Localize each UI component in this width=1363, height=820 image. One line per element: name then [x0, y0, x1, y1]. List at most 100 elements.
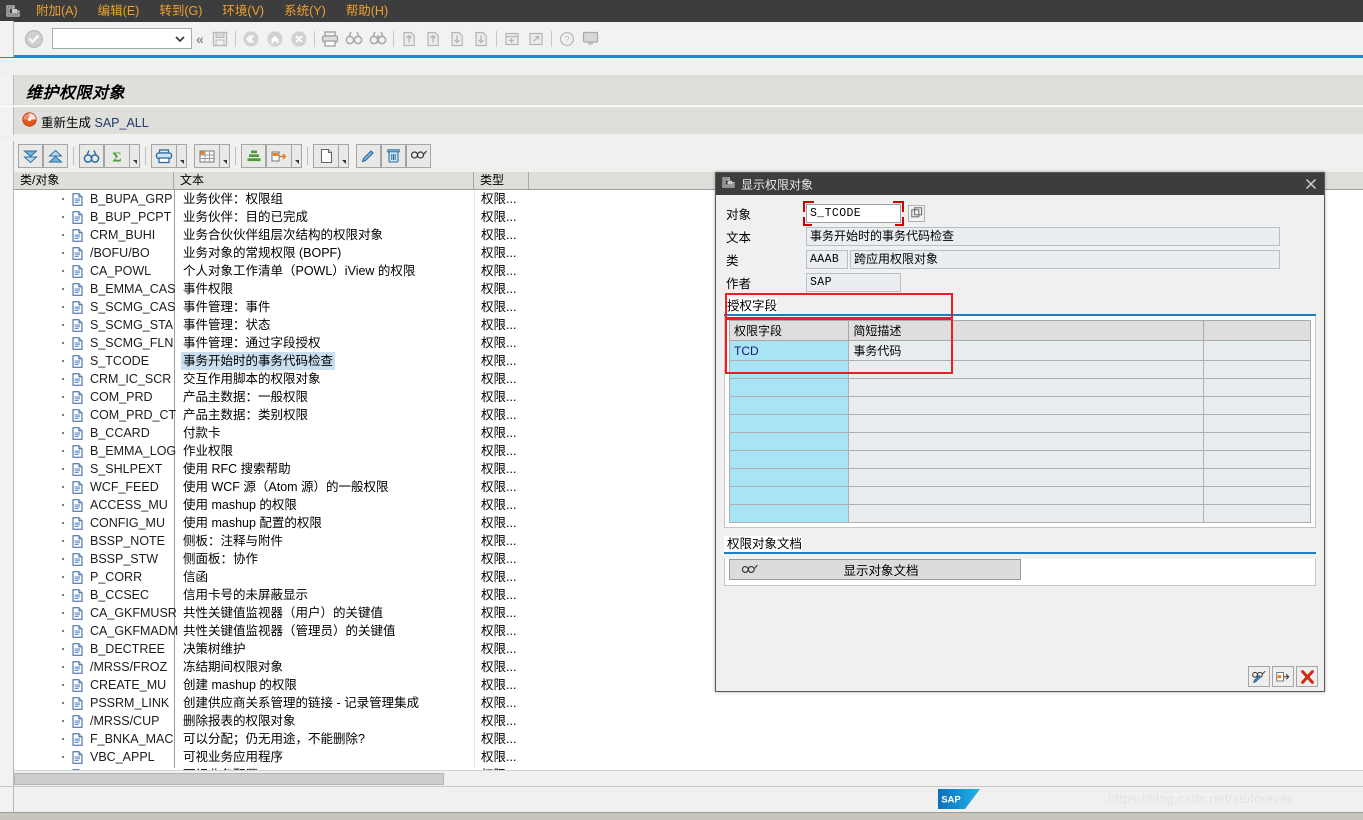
help-icon[interactable]: ?	[555, 26, 579, 52]
total-button[interactable]: Σ	[104, 144, 129, 168]
command-input[interactable]	[53, 30, 171, 47]
short-description-cell[interactable]: 事务代码	[848, 340, 1205, 361]
layout-button[interactable]	[194, 144, 219, 168]
cancel-icon[interactable]	[287, 26, 311, 52]
expand-all-button[interactable]	[18, 144, 43, 168]
short-description-cell[interactable]	[848, 396, 1205, 415]
find-button[interactable]	[79, 144, 104, 168]
menu-item-edit[interactable]: 编辑(E)	[88, 0, 150, 22]
auth-field-cell[interactable]	[728, 414, 850, 433]
column-header-text[interactable]: 文本	[174, 172, 474, 189]
export-dropdown[interactable]	[291, 144, 302, 168]
auth-field-cell[interactable]	[728, 450, 850, 469]
class-code-input[interactable]: AAAB	[806, 249, 848, 269]
table-row[interactable]	[728, 504, 1311, 523]
short-description-cell[interactable]	[848, 504, 1205, 523]
menu-item-additional[interactable]: 附加(A)	[26, 0, 88, 22]
display-object-doc-button[interactable]: 显示对象文档	[729, 559, 1021, 580]
next-page-icon[interactable]	[445, 26, 469, 52]
column-header-type[interactable]: 类型	[474, 172, 529, 189]
close-icon[interactable]	[1302, 175, 1320, 193]
table-row[interactable]	[728, 468, 1311, 487]
enter-icon[interactable]	[20, 25, 48, 53]
table-row[interactable]	[728, 360, 1311, 379]
short-description-cell[interactable]	[848, 432, 1205, 451]
chevron-down-icon[interactable]	[171, 35, 189, 43]
subtotal-button[interactable]	[241, 144, 266, 168]
table-row[interactable]	[728, 486, 1311, 505]
layout-dropdown[interactable]	[219, 144, 230, 168]
table-row[interactable]	[728, 396, 1311, 415]
display-doc-button[interactable]	[406, 144, 431, 168]
short-description-cell[interactable]	[848, 360, 1205, 379]
text-input[interactable]: 事务开始时的事务代码检查	[806, 226, 1280, 246]
print-icon[interactable]	[318, 26, 342, 52]
print-dropdown[interactable]	[176, 144, 187, 168]
find-icon[interactable]	[342, 26, 366, 52]
export-button[interactable]	[266, 144, 291, 168]
object-input[interactable]: S_TCODE	[806, 203, 901, 223]
cancel-button[interactable]	[1296, 666, 1318, 687]
menu-item-goto[interactable]: 转到(G)	[149, 0, 212, 22]
table-row[interactable]	[728, 450, 1311, 469]
last-page-icon[interactable]	[469, 26, 493, 52]
short-description-cell[interactable]	[848, 468, 1205, 487]
author-input[interactable]: SAP	[806, 272, 901, 292]
table-row[interactable]	[728, 414, 1311, 433]
short-description-cell[interactable]	[848, 378, 1205, 397]
command-field[interactable]	[52, 28, 192, 49]
auth-field-cell[interactable]	[728, 432, 850, 451]
auth-field-cell[interactable]	[728, 378, 850, 397]
table-row[interactable]: PSSRM_LINK 创建供应商关系管理的链接 - 记录管理集成 权限...	[14, 694, 1363, 712]
delete-button[interactable]	[381, 144, 406, 168]
create-shortcut-icon[interactable]	[524, 26, 548, 52]
double-chevron-left-icon[interactable]: «	[192, 31, 208, 47]
back-icon[interactable]	[239, 26, 263, 52]
menu-item-environment[interactable]: 环境(V)	[212, 0, 274, 22]
display-change-button[interactable]	[1248, 666, 1270, 687]
auth-field-cell[interactable]	[728, 396, 850, 415]
auth-field-cell[interactable]: TCD	[728, 340, 850, 361]
table-row[interactable]: /MRSS/CUP 删除报表的权限对象 权限...	[14, 712, 1363, 730]
auth-field-cell[interactable]	[728, 486, 850, 505]
edit-button[interactable]	[356, 144, 381, 168]
horizontal-scrollbar[interactable]	[14, 770, 1363, 786]
collapse-all-button[interactable]	[43, 144, 68, 168]
customize-local-layout-icon[interactable]	[579, 26, 603, 52]
short-description-cell[interactable]	[848, 414, 1205, 433]
auth-field-cell[interactable]	[728, 360, 850, 379]
short-description-cell[interactable]	[848, 486, 1205, 505]
table-row[interactable]: F_BNKA_MAC 可以分配；仍无用途，不能删除? 权限...	[14, 730, 1363, 748]
auth-field-cell[interactable]	[728, 504, 850, 523]
document-icon	[72, 499, 83, 515]
object-type: 权限...	[481, 552, 517, 566]
table-row[interactable]	[728, 378, 1311, 397]
menu-item-help[interactable]: 帮助(H)	[336, 0, 398, 22]
new-dropdown[interactable]	[338, 144, 349, 168]
print-button[interactable]	[151, 144, 176, 168]
object-text: 作业权限	[183, 444, 234, 458]
auth-field-cell[interactable]	[728, 468, 850, 487]
exit-icon[interactable]	[263, 26, 287, 52]
table-row[interactable]: TCD 事务代码	[728, 340, 1311, 361]
short-description-cell[interactable]	[848, 450, 1205, 469]
table-row[interactable]	[728, 432, 1311, 451]
column-header-short-description[interactable]: 简短描述	[848, 320, 1205, 341]
regenerate-sap-all-button[interactable]: 重新生成 SAP_ALL	[22, 111, 149, 131]
find-next-icon[interactable]	[366, 26, 390, 52]
create-session-icon[interactable]	[500, 26, 524, 52]
scrollbar-thumb[interactable]	[14, 773, 444, 785]
search-help-icon[interactable]	[908, 204, 925, 222]
class-description-input[interactable]: 跨应用权限对象	[850, 249, 1280, 269]
previous-page-icon[interactable]	[421, 26, 445, 52]
table-row[interactable]: VBC_APPL 可视业务应用程序 权限...	[14, 748, 1363, 766]
new-button[interactable]	[313, 144, 338, 168]
transfer-button[interactable]	[1272, 666, 1294, 687]
save-icon[interactable]	[208, 26, 232, 52]
dialog-title-bar[interactable]: 显示权限对象	[716, 173, 1324, 195]
first-page-icon[interactable]	[397, 26, 421, 52]
column-header-class-object[interactable]: 类/对象	[14, 172, 174, 189]
menu-item-system[interactable]: 系统(Y)	[274, 0, 336, 22]
column-header-auth-field[interactable]: 权限字段	[728, 320, 850, 341]
total-dropdown[interactable]	[129, 144, 140, 168]
